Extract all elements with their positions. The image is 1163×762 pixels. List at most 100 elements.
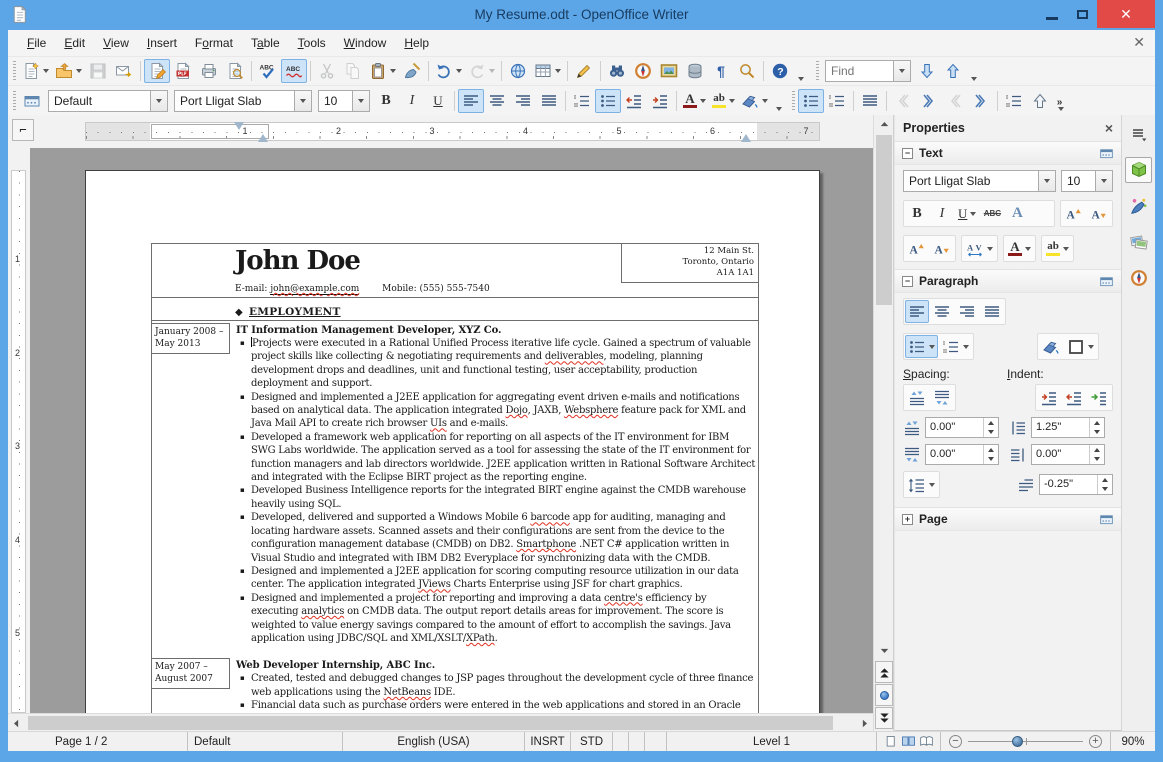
zoom-percent-cell[interactable]: 90%: [1110, 732, 1155, 751]
menu-view[interactable]: View: [94, 31, 138, 55]
horizontal-ruler[interactable]: 1234567: [85, 122, 820, 142]
job-dates[interactable]: January 2008 – May 2013: [152, 323, 230, 354]
spin-up-button[interactable]: [984, 418, 998, 428]
bullet-item[interactable]: ▪ Designed and implemented a J2EE applica…: [236, 565, 758, 592]
spin-up-button[interactable]: [1090, 418, 1104, 428]
scroll-up-button[interactable]: [875, 116, 893, 133]
page-preview-button[interactable]: [222, 59, 248, 83]
bold-button[interactable]: B: [373, 89, 399, 113]
find-replace-button[interactable]: [604, 59, 630, 83]
font-name-dropdown[interactable]: [294, 90, 311, 111]
address-cell[interactable]: 12 Main St. Toronto, Ontario A1A 1A1: [621, 244, 758, 283]
below-spacing-spinner[interactable]: 0.00": [925, 444, 999, 465]
sidebar-font-name-combobox[interactable]: Port Lligat Slab: [903, 170, 1056, 192]
sidebar-bullets-button[interactable]: [905, 335, 938, 358]
find-combobox[interactable]: [825, 60, 911, 82]
tab-gallery[interactable]: [1125, 229, 1152, 255]
edit-mode-button[interactable]: [144, 59, 170, 83]
contact-row[interactable]: E-mail: john@example.com Mobile: (555) 5…: [152, 283, 758, 298]
tab-navigator[interactable]: [1125, 265, 1152, 291]
sidebar-align-justify-button[interactable]: [980, 300, 1004, 323]
numbered-list-button[interactable]: [569, 89, 595, 113]
signature-cell[interactable]: [613, 732, 629, 751]
sidebar-font-size-combobox[interactable]: 10: [1061, 170, 1113, 192]
grow-font-button[interactable]: [905, 237, 929, 260]
sidebar-font-size-dropdown[interactable]: [1095, 171, 1112, 191]
right-indent-marker[interactable]: [741, 134, 751, 142]
info-cell[interactable]: [645, 732, 667, 751]
panel-close-icon[interactable]: ×: [1105, 120, 1113, 136]
vertical-scroll-thumb[interactable]: [876, 135, 892, 305]
redo-button[interactable]: [465, 59, 498, 83]
font-color-button[interactable]: A: [680, 89, 709, 113]
spin-down-button[interactable]: [1098, 485, 1112, 495]
increase-indent-button[interactable]: [647, 89, 673, 113]
sidebar-numbering-button[interactable]: [939, 335, 972, 358]
email-link[interactable]: john@example.com: [270, 284, 360, 295]
sidebar-font-name-dropdown[interactable]: [1038, 171, 1055, 191]
menu-tools[interactable]: Tools: [289, 31, 335, 55]
format-paintbrush-button[interactable]: [399, 59, 425, 83]
gallery-button[interactable]: [656, 59, 682, 83]
decrease-indent-button[interactable]: [621, 89, 647, 113]
sidebar-decrease-indent-button[interactable]: [1062, 386, 1086, 409]
sidebar-font-effects-button[interactable]: A: [1005, 202, 1029, 225]
collapse-icon[interactable]: −: [902, 147, 913, 159]
expand-icon[interactable]: +: [902, 513, 913, 525]
underline-button[interactable]: U: [425, 89, 451, 113]
outline-level-cell[interactable]: Level 1: [667, 732, 877, 751]
close-button[interactable]: ✕: [1097, 0, 1155, 28]
align-center-button[interactable]: [484, 89, 510, 113]
font-size-dropdown[interactable]: [352, 90, 369, 111]
menu-window[interactable]: Window: [335, 31, 396, 55]
decrease-paragraph-spacing-button[interactable]: [930, 386, 954, 409]
paste-button[interactable]: [366, 59, 399, 83]
auto-spellcheck-button[interactable]: [281, 59, 307, 83]
insert-unnumbered-entry-button[interactable]: [1001, 89, 1027, 113]
left-indent-marker[interactable]: [258, 134, 268, 142]
minimize-button[interactable]: [1037, 0, 1067, 28]
navigator-button[interactable]: [630, 59, 656, 83]
section-options-icon[interactable]: [1099, 512, 1114, 527]
italic-button[interactable]: I: [399, 89, 425, 113]
bullet-item[interactable]: ▪ Developed Business Intelligence reports…: [236, 484, 758, 511]
page[interactable]: John Doe 12 Main St. Toronto, Ontario A1…: [85, 170, 820, 713]
job-body[interactable]: IT Information Management Developer, XYZ…: [230, 323, 758, 645]
find-next-button[interactable]: [914, 59, 940, 83]
tab-properties[interactable]: [1125, 157, 1152, 183]
new-document-button[interactable]: [19, 59, 52, 83]
page-style-cell[interactable]: Default: [188, 732, 343, 751]
zoom-thumb[interactable]: [1012, 736, 1023, 747]
paragraph-border-button[interactable]: [1064, 335, 1097, 358]
paragraph-background-button[interactable]: [1039, 335, 1063, 358]
help-button[interactable]: [767, 59, 793, 83]
name-cell[interactable]: John Doe: [152, 244, 621, 283]
book-view-icon[interactable]: [919, 734, 934, 749]
open-button[interactable]: [52, 59, 85, 83]
promote-with-subpoints-button[interactable]: [942, 89, 968, 113]
next-page-button[interactable]: [875, 707, 893, 729]
sidebar-align-center-button[interactable]: [930, 300, 954, 323]
page-section-header[interactable]: + Page: [895, 507, 1121, 531]
insert-mode-cell[interactable]: INSRT: [525, 732, 571, 751]
navigate-by-button[interactable]: [875, 684, 893, 706]
drawing-functions-button[interactable]: [571, 59, 597, 83]
undo-button[interactable]: [432, 59, 465, 83]
menu-file[interactable]: File: [18, 31, 55, 55]
align-right-button[interactable]: [510, 89, 536, 113]
spin-up-button[interactable]: [984, 445, 998, 455]
collapse-icon[interactable]: −: [902, 275, 913, 287]
sidebar-align-left-button[interactable]: [905, 300, 929, 323]
document-canvas[interactable]: John Doe 12 Main St. Toronto, Ontario A1…: [30, 148, 873, 713]
font-size-combobox[interactable]: 10: [318, 89, 370, 112]
modified-cell[interactable]: [629, 732, 645, 751]
bullet-item[interactable]: ▪ Financial data such as purchase orders …: [236, 699, 758, 713]
bullet-item[interactable]: ▪ Designed and implemented a project for …: [236, 592, 758, 646]
vertical-ruler[interactable]: 1 2 3 4 5: [8, 148, 30, 713]
decrease-spacing-button[interactable]: [1087, 202, 1111, 225]
first-line-indent-spinner[interactable]: -0.25": [1039, 474, 1113, 495]
copy-button[interactable]: [340, 59, 366, 83]
background-color-button[interactable]: [738, 89, 771, 113]
demote-with-subpoints-button[interactable]: [968, 89, 994, 113]
toolbar-overflow-button[interactable]: »: [1053, 89, 1066, 113]
